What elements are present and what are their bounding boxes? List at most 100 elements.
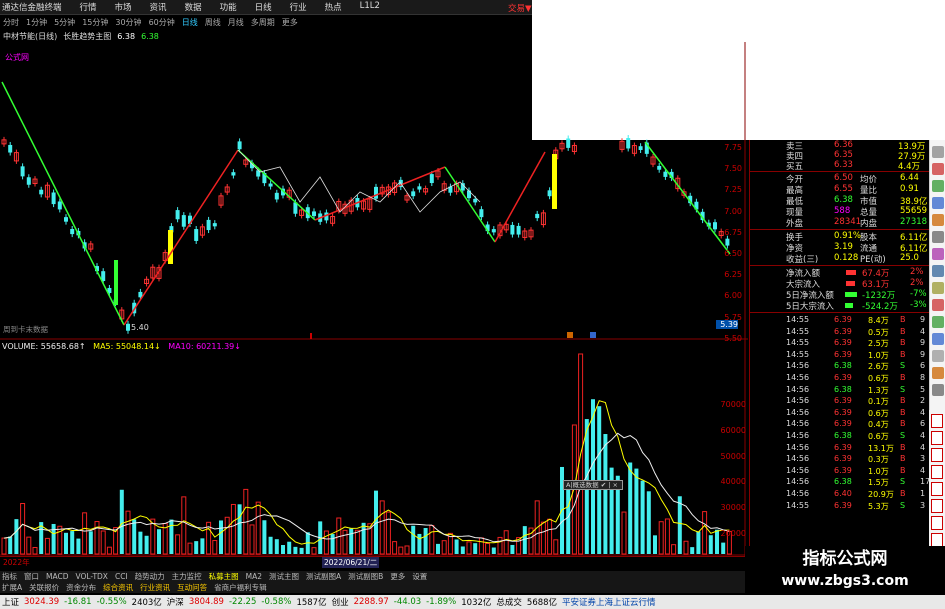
volume-bar-down xyxy=(361,522,366,554)
info-tab[interactable]: 行业资讯 xyxy=(140,582,170,593)
menu-item[interactable]: 功能 xyxy=(220,1,237,13)
menu-item[interactable]: 数据 xyxy=(185,1,202,13)
indicator-tab[interactable]: 测试副图A xyxy=(306,571,341,582)
candle-down xyxy=(638,146,643,150)
list-icon[interactable] xyxy=(932,231,944,243)
indicator-tab[interactable]: 主力监控 xyxy=(172,571,202,582)
period-tab[interactable]: 多周期 xyxy=(251,17,275,28)
stat-row: 换手 0.91% 股本 6.11亿 xyxy=(750,231,930,243)
period-tab[interactable]: 1分钟 xyxy=(26,17,47,28)
tick-row: 14:56 6.38 2.6万 S 6 xyxy=(750,361,930,372)
tick-volume: 0.1万 xyxy=(868,397,889,407)
info-tab[interactable]: 关联报价 xyxy=(29,582,59,593)
indicator-tab[interactable]: MACD xyxy=(46,572,68,581)
info-tab[interactable]: 扩展A xyxy=(2,582,22,593)
period-tab[interactable]: 5分钟 xyxy=(54,17,75,28)
flow-bar xyxy=(846,281,855,286)
star-icon[interactable] xyxy=(932,248,944,260)
menu-item[interactable]: 日线 xyxy=(255,1,272,13)
period-tab[interactable]: 分时 xyxy=(3,17,19,28)
tick-side: B xyxy=(900,454,906,464)
index-label[interactable]: 上证 xyxy=(2,596,19,608)
side-tab-icon[interactable] xyxy=(931,482,943,496)
side-tab-icon[interactable] xyxy=(931,414,943,428)
menu-item[interactable]: 市场 xyxy=(115,1,132,13)
indicator-tab[interactable]: CCI xyxy=(115,572,128,581)
indicator-tab[interactable]: 测试副图B xyxy=(348,571,383,582)
news-icon[interactable] xyxy=(932,282,944,294)
menu-icon[interactable] xyxy=(932,384,944,396)
index-label[interactable]: 创业 xyxy=(332,596,349,608)
menu-item[interactable]: 行情 xyxy=(80,1,97,13)
indicator-title[interactable]: 长胜趋势主图 xyxy=(63,31,111,42)
index-label[interactable]: 沪深 xyxy=(167,596,184,608)
index-value: 3804.89 xyxy=(188,597,224,607)
trade-menu[interactable]: 交易▼ xyxy=(508,2,532,14)
indicator-tab[interactable]: 指标 xyxy=(2,571,17,582)
candle-down xyxy=(268,183,273,187)
indicator-tab[interactable]: 私募主图 xyxy=(209,571,239,582)
search-icon[interactable] xyxy=(932,265,944,277)
menu-item[interactable]: 资讯 xyxy=(150,1,167,13)
side-tab-icon[interactable] xyxy=(931,533,943,547)
info-icon[interactable] xyxy=(932,197,944,209)
candle-down xyxy=(194,229,199,241)
arrow-icon[interactable] xyxy=(932,367,944,379)
note-icon[interactable] xyxy=(932,333,944,345)
data-popup[interactable]: A|概选数据 ✔ | × xyxy=(563,480,623,490)
signal-bar-yellow xyxy=(168,230,173,264)
info-tab[interactable]: 综合资讯 xyxy=(103,582,133,593)
indicator-tab[interactable]: 测试主图 xyxy=(269,571,299,582)
tick-row: 14:56 6.39 0.4万 B 6 xyxy=(750,419,930,430)
tick-side: S xyxy=(900,431,906,440)
period-tab[interactable]: 周线 xyxy=(205,17,221,28)
period-tab[interactable]: 60分钟 xyxy=(149,17,175,28)
indicator-tab[interactable]: 更多 xyxy=(390,571,405,582)
period-tab[interactable]: 日线 xyxy=(182,17,198,28)
plus-icon[interactable] xyxy=(932,350,944,362)
date-axis: 2022年 2022/06/21/二 xyxy=(0,556,745,568)
tick-time: 14:56 xyxy=(786,477,810,487)
chart-icon[interactable] xyxy=(932,180,944,192)
side-tab-icon[interactable] xyxy=(931,516,943,530)
tick-row: 14:55 6.39 1.0万 B 9 xyxy=(750,350,930,361)
info-tab[interactable]: 互动问答 xyxy=(177,582,207,593)
alert-icon[interactable] xyxy=(932,299,944,311)
tick-price: 6.38 xyxy=(834,477,852,487)
tick-count: 4 xyxy=(920,326,926,336)
menu-item[interactable]: L1L2 xyxy=(360,1,380,13)
info-tab[interactable]: 省商户福利专辑 xyxy=(214,582,267,593)
ma10-label: MA10: 60211.39↓ xyxy=(168,342,241,351)
volume-chart[interactable] xyxy=(0,340,748,556)
tick-count: 4 xyxy=(920,407,926,417)
tick-volume: 1.0万 xyxy=(868,466,889,476)
tick-time: 14:56 xyxy=(786,407,810,417)
period-tab[interactable]: 更多 xyxy=(282,17,298,28)
indicator-tab[interactable]: VOL-TDX xyxy=(75,572,107,581)
tick-price: 6.39 xyxy=(834,407,852,417)
period-tab[interactable]: 月线 xyxy=(228,17,244,28)
price-axis-label: 7.25 xyxy=(724,185,742,195)
gear-icon[interactable] xyxy=(932,214,944,226)
side-tab-icon[interactable] xyxy=(931,431,943,445)
grid-icon[interactable] xyxy=(932,146,944,158)
menu-item[interactable]: 热点 xyxy=(325,1,342,13)
indicator-tab[interactable]: 窗口 xyxy=(24,571,39,582)
side-tab-icon[interactable] xyxy=(931,499,943,513)
side-tab-icon[interactable] xyxy=(931,465,943,479)
tool-strip xyxy=(929,140,945,410)
date-axis-start: 2022年 xyxy=(3,558,30,567)
tick-row: 14:56 6.38 1.5万 S 17 xyxy=(750,477,930,488)
flag-icon[interactable] xyxy=(932,163,944,175)
period-tab[interactable]: 15分钟 xyxy=(82,17,108,28)
side-tab-icon[interactable] xyxy=(931,448,943,462)
period-tab[interactable]: 30分钟 xyxy=(115,17,141,28)
info-tab[interactable]: 资金分布 xyxy=(66,582,96,593)
indicator-tab[interactable]: MA2 xyxy=(246,572,262,581)
refresh-icon[interactable] xyxy=(932,316,944,328)
indicator-tab[interactable]: 趋势动力 xyxy=(135,571,165,582)
indicator-tab[interactable]: 设置 xyxy=(412,571,427,582)
index-change: -44.03 xyxy=(393,597,422,607)
menu-item[interactable]: 行业 xyxy=(290,1,307,13)
price-chart[interactable] xyxy=(0,42,748,340)
